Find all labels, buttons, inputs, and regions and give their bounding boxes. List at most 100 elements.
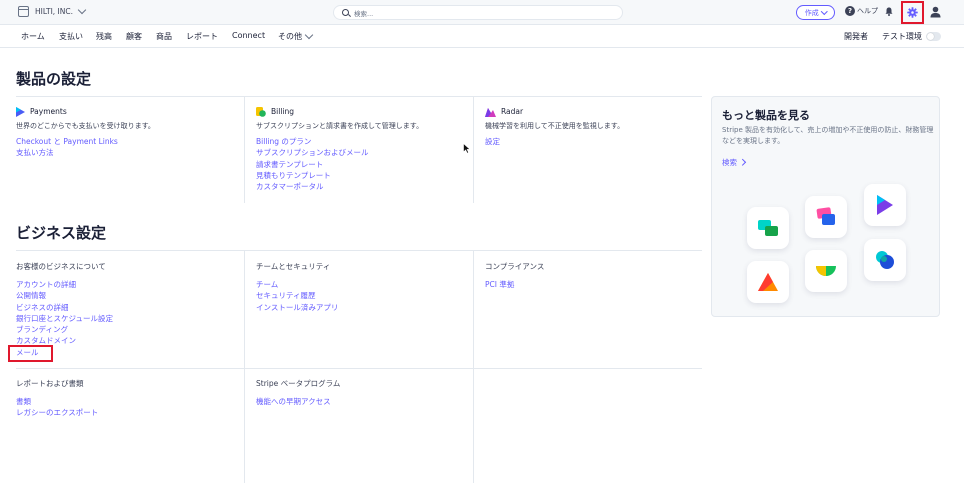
radar-product-tile[interactable] (747, 261, 789, 303)
nav-item-connect[interactable]: Connect (232, 31, 265, 40)
divider (16, 96, 702, 97)
business-section-title: ビジネス設定 (16, 224, 107, 242)
group-heading: レポートおよび書類 (16, 379, 84, 388)
mouse-cursor-icon (463, 143, 471, 154)
link-customer-portal[interactable]: カスタマーポータル (256, 181, 471, 192)
link-payment-methods[interactable]: 支払い方法 (16, 147, 231, 158)
nav-item-payments[interactable]: 支払い (59, 31, 83, 42)
billing-column: Billing サブスクリプションと請求書を作成して管理します。 Billing… (256, 106, 471, 192)
top-bar: HILTI, INC. 検索... 作成 ? ヘルプ (0, 0, 964, 25)
divider (244, 251, 245, 483)
divider (244, 97, 245, 203)
search-icon (342, 9, 349, 16)
billing-title: Billing (271, 107, 294, 116)
billing-description: サブスクリプションと請求書を作成して管理します。 (256, 122, 424, 130)
payments-description: 世界のどこからでも支払いを受け取ります。 (16, 122, 155, 130)
explore-link[interactable]: 検索 (722, 157, 746, 168)
account-name: HILTI, INC. (35, 7, 74, 16)
search-input[interactable]: 検索... (333, 5, 623, 20)
chevron-down-icon (820, 7, 828, 15)
explore-link-label: 検索 (722, 158, 737, 167)
compliance-group: コンプライアンス PCI 準拠 (485, 261, 700, 290)
chevron-down-icon (77, 5, 87, 15)
link-subscriptions-emails[interactable]: サブスクリプションおよびメール (256, 147, 471, 158)
products-section-title: 製品の設定 (16, 70, 92, 88)
identity-product-tile[interactable] (864, 239, 906, 281)
link-bank-accounts-scheduling[interactable]: 銀行口座とスケジュール設定 (16, 313, 231, 324)
link-account-details[interactable]: アカウントの詳細 (16, 279, 231, 290)
main-nav: ホーム 支払い 残高 顧客 商品 レポート Connect その他 開発者 テス… (0, 25, 964, 48)
radar-description: 機械学習を利用して不正使用を監視します。 (485, 122, 625, 130)
link-team[interactable]: チーム (256, 279, 471, 290)
link-branding[interactable]: ブランディング (16, 324, 231, 335)
nav-item-more[interactable]: その他 (278, 30, 314, 42)
link-checkout-payment-links[interactable]: Checkout と Payment Links (16, 136, 231, 147)
link-radar-settings[interactable]: 設定 (485, 136, 700, 147)
link-security-history[interactable]: セキュリティ履歴 (256, 290, 471, 301)
search-placeholder: 検索... (354, 9, 374, 18)
link-billing-plans[interactable]: Billing のプラン (256, 136, 471, 147)
divider (473, 97, 474, 203)
nav-item-balances[interactable]: 残高 (96, 31, 112, 42)
radar-icon (758, 273, 778, 291)
card-title: もっと製品を見る (722, 109, 810, 122)
radar-icon (485, 107, 496, 117)
group-heading: Stripe ベータプログラム (256, 379, 341, 388)
link-installed-apps[interactable]: インストール済みアプリ (256, 302, 471, 313)
help-icon: ? (845, 6, 855, 16)
help-button[interactable]: ? ヘルプ (845, 6, 878, 16)
billing-product-tile[interactable] (805, 250, 847, 292)
link-documents[interactable]: 書類 (16, 396, 231, 407)
link-public-details[interactable]: 公開情報 (16, 290, 231, 301)
create-label: 作成 (804, 8, 819, 17)
connect-product-tile[interactable] (747, 207, 789, 249)
invoicing-icon (816, 207, 835, 225)
settings-button[interactable] (901, 1, 924, 24)
beta-program-group: Stripe ベータプログラム 機能への早期アクセス (256, 378, 471, 407)
nav-item-home[interactable]: ホーム (21, 31, 45, 42)
billing-icon (256, 106, 266, 117)
payments-icon (877, 195, 893, 215)
test-mode-label: テスト環境 (882, 32, 922, 41)
divider (473, 251, 474, 483)
account-switcher[interactable]: HILTI, INC. (18, 5, 87, 17)
team-security-group: チームとセキュリティ チーム セキュリティ履歴 インストール済みアプリ (256, 261, 471, 313)
nav-item-developers[interactable]: 開発者 (844, 31, 868, 42)
link-quote-template[interactable]: 見積もりテンプレート (256, 170, 471, 181)
chevron-down-icon (304, 30, 314, 40)
payments-title: Payments (30, 107, 67, 116)
nav-item-more-label: その他 (278, 32, 302, 41)
create-button[interactable]: 作成 (796, 5, 835, 20)
link-legacy-exports[interactable]: レガシーのエクスポート (16, 407, 231, 418)
reports-documents-group: レポートおよび書類 書類 レガシーのエクスポート (16, 378, 231, 419)
nav-item-customers[interactable]: 顧客 (126, 31, 142, 42)
nav-item-reports[interactable]: レポート (186, 31, 218, 42)
payments-product-tile[interactable] (864, 184, 906, 226)
test-mode-toggle[interactable] (926, 32, 941, 41)
payments-column: Payments 世界のどこからでも支払いを受け取ります。 Checkout と… (16, 106, 231, 159)
card-description: Stripe 製品を有効化して、売上の増加や不正使用の防止、財務管理などを実現し… (722, 126, 934, 145)
invoicing-product-tile[interactable] (805, 196, 847, 238)
link-business-details[interactable]: ビジネスの詳細 (16, 302, 231, 313)
divider (16, 368, 702, 369)
more-products-card: もっと製品を見る Stripe 製品を有効化して、売上の増加や不正使用の防止、財… (711, 96, 940, 317)
radar-title: Radar (501, 107, 524, 116)
highlight-box (8, 345, 53, 362)
nav-item-products[interactable]: 商品 (156, 31, 172, 42)
link-invoice-template[interactable]: 請求書テンプレート (256, 159, 471, 170)
user-icon[interactable] (930, 6, 941, 18)
group-heading: チームとセキュリティ (256, 262, 331, 271)
divider (16, 250, 702, 251)
link-early-access[interactable]: 機能への早期アクセス (256, 396, 471, 407)
help-label: ヘルプ (857, 7, 878, 15)
payments-icon (16, 106, 25, 117)
connect-icon (758, 220, 778, 236)
billing-icon (816, 266, 836, 276)
gear-icon (907, 7, 918, 18)
group-heading: コンプライアンス (485, 262, 545, 271)
chevron-right-icon (739, 159, 746, 166)
bell-icon[interactable] (885, 7, 893, 16)
group-heading: お客様のビジネスについて (16, 262, 106, 271)
link-pci-compliance[interactable]: PCI 準拠 (485, 279, 700, 290)
business-about-group: お客様のビジネスについて アカウントの詳細 公開情報 ビジネスの詳細 銀行口座と… (16, 261, 231, 358)
